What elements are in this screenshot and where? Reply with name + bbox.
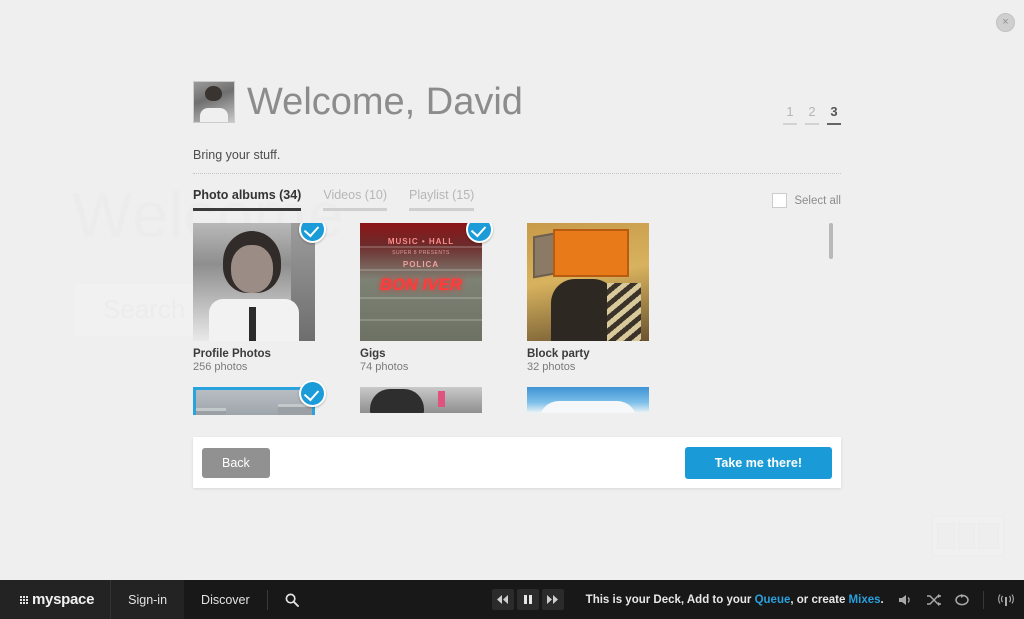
player-controls: This is your Deck, Add to your Queue, or…: [492, 589, 884, 610]
take-me-there-button[interactable]: Take me there!: [685, 447, 832, 479]
back-button[interactable]: Back: [202, 448, 270, 478]
page-title: Welcome, David: [247, 83, 523, 121]
repeat-icon[interactable]: [955, 594, 969, 606]
select-all-control[interactable]: Select all: [772, 193, 841, 208]
volume-icon[interactable]: [899, 594, 913, 606]
pagination-step-2[interactable]: 2: [805, 104, 819, 125]
queue-link[interactable]: Queue: [755, 594, 791, 606]
step-pagination: 1 2 3: [783, 104, 841, 125]
album-artwork: MUSIC • HALL SUPER 8 PRESENTS POLICA BON…: [360, 223, 482, 341]
discover-button[interactable]: Discover: [184, 580, 267, 619]
deck-middle: , or create: [790, 594, 848, 606]
album-photo-count: 32 photos: [527, 361, 694, 373]
scrollbar-thumb[interactable]: [829, 223, 833, 259]
bottom-navigation-bar: myspace Sign-in Discover This is your De…: [0, 580, 1024, 619]
avatar: [193, 81, 235, 123]
album-photo-count: 74 photos: [360, 361, 527, 373]
album-card-gigs[interactable]: MUSIC • HALL SUPER 8 PRESENTS POLICA BON…: [360, 223, 527, 373]
modal-subheading: Bring your stuff.: [193, 148, 841, 174]
album-title: Profile Photos: [193, 348, 360, 360]
gigs-art-line-4: BON IVER: [360, 275, 482, 295]
album-title: Gigs: [360, 348, 527, 360]
onboarding-modal: Welcome, David 1 2 3 Bring your stuff. P…: [193, 74, 841, 415]
selected-check-icon[interactable]: [299, 223, 326, 243]
album-artwork: [193, 223, 315, 341]
album-photo-count: 256 photos: [193, 361, 360, 373]
broadcast-icon[interactable]: [998, 594, 1014, 606]
bottom-bar-right-icons: [899, 591, 1014, 609]
pagination-step-3[interactable]: 3: [827, 104, 841, 125]
album-card-partial-1[interactable]: [360, 387, 527, 415]
logo-dots-icon: [20, 596, 28, 604]
album-title: Block party: [527, 348, 694, 360]
modal-header: Welcome, David: [193, 74, 841, 130]
gigs-art-line-3: POLICA: [360, 260, 482, 269]
selected-check-icon[interactable]: [466, 223, 493, 243]
myspace-logo[interactable]: myspace: [0, 580, 110, 619]
tab-videos[interactable]: Videos (10): [323, 188, 387, 211]
select-all-checkbox[interactable]: [772, 193, 787, 208]
album-thumbnail[interactable]: MUSIC • HALL SUPER 8 PRESENTS POLICA BON…: [360, 223, 482, 341]
album-card-profile-photos[interactable]: Profile Photos 256 photos: [193, 223, 360, 373]
select-all-label: Select all: [794, 195, 841, 207]
deck-prefix: This is your Deck, Add to your: [586, 594, 755, 606]
modal-action-bar: Back Take me there!: [193, 437, 841, 488]
bottom-bar-left: myspace Sign-in Discover: [0, 580, 316, 619]
tab-playlist[interactable]: Playlist (15): [409, 188, 474, 211]
selected-check-icon[interactable]: [299, 380, 326, 407]
icon-divider: [983, 591, 984, 609]
tab-photo-albums[interactable]: Photo albums (34): [193, 188, 301, 211]
pause-button[interactable]: [517, 589, 539, 610]
album-artwork: [527, 387, 649, 413]
logo-text: myspace: [32, 591, 94, 608]
content-tabs: Photo albums (34) Videos (10) Playlist (…: [193, 188, 841, 211]
search-icon[interactable]: [268, 580, 316, 619]
sign-in-button[interactable]: Sign-in: [110, 580, 184, 619]
close-icon[interactable]: ×: [996, 13, 1015, 32]
album-thumbnail[interactable]: [193, 223, 315, 341]
forward-button[interactable]: [542, 589, 564, 610]
album-card-block-party[interactable]: Block party 32 photos: [527, 223, 694, 373]
gigs-art-line-2: SUPER 8 PRESENTS: [360, 250, 482, 256]
pagination-step-1[interactable]: 1: [783, 104, 797, 125]
deck-message: This is your Deck, Add to your Queue, or…: [586, 594, 884, 606]
album-thumbnail[interactable]: [527, 223, 649, 341]
shuffle-icon[interactable]: [927, 594, 941, 606]
album-card-partial-2[interactable]: [527, 387, 694, 415]
album-artwork: [360, 387, 482, 413]
deck-suffix: .: [881, 594, 884, 606]
rewind-button[interactable]: [492, 589, 514, 610]
album-thumbnail[interactable]: [527, 387, 649, 413]
album-artwork: [527, 223, 649, 341]
album-thumbnail[interactable]: [193, 387, 315, 415]
album-thumbnail[interactable]: [360, 387, 482, 413]
gigs-art-line-1: MUSIC • HALL: [360, 237, 482, 246]
album-gallery: Profile Photos 256 photos MUSIC • HALL S…: [193, 223, 841, 415]
album-artwork: [196, 390, 312, 415]
mixes-link[interactable]: Mixes: [849, 594, 881, 606]
album-grid: Profile Photos 256 photos MUSIC • HALL S…: [193, 223, 841, 415]
album-card-paris[interactable]: Paris 47 photos: [193, 387, 360, 415]
gallery-scrollbar[interactable]: [829, 223, 833, 415]
